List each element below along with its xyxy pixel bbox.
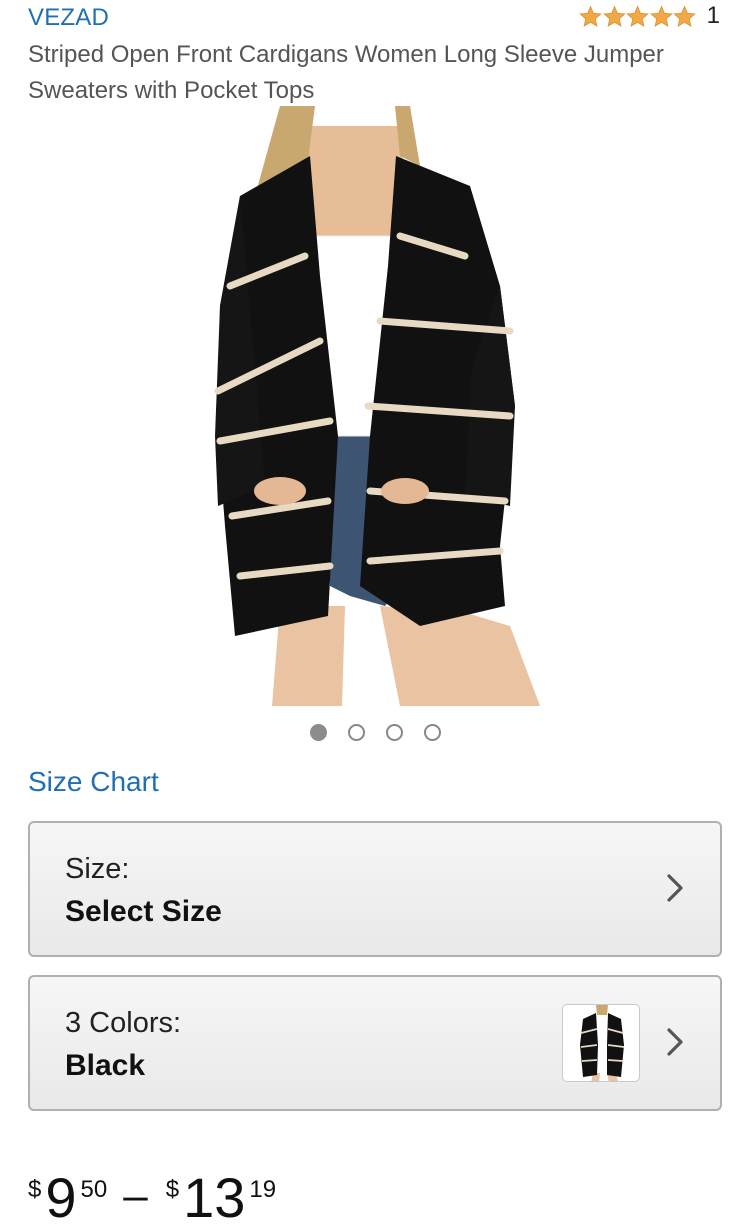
size-chart-link[interactable]: Size Chart [28, 766, 159, 798]
price-high-fraction: 19 [249, 1176, 277, 1203]
star-icon [673, 4, 696, 27]
price-low-currency: $ [28, 1176, 42, 1203]
price-low-fraction: 50 [80, 1176, 108, 1203]
star-icon [602, 4, 626, 27]
star-icon [626, 4, 649, 27]
color-selector-label: 3 Colors: [65, 1007, 182, 1039]
price-high-whole: 13 [183, 1166, 246, 1229]
star-icon [649, 4, 673, 27]
price-high-currency: $ [165, 1176, 180, 1203]
color-selector-value: Black [65, 1049, 146, 1082]
cardigan-thumbnail [580, 1005, 625, 1081]
price-low-whole: 9 [45, 1166, 77, 1229]
size-selector-value: Select Size [65, 895, 222, 928]
image-carousel-indicator[interactable] [0, 724, 750, 741]
star-icon [579, 4, 602, 27]
carousel-dot[interactable] [347, 724, 365, 741]
size-selector-label: Size: [65, 853, 130, 885]
product-image[interactable] [210, 106, 540, 706]
price-separator: – [123, 1171, 148, 1220]
chevron-right-icon [667, 874, 683, 902]
carousel-dot[interactable] [423, 724, 441, 741]
price-range: $ 9 50 – $ 13 19 [28, 1168, 276, 1228]
carousel-dot-active[interactable] [309, 724, 327, 741]
size-selector-button[interactable]: Size: Select Size [28, 821, 722, 957]
carousel-dot[interactable] [385, 724, 403, 741]
rating-stars [579, 4, 697, 28]
brand-link[interactable]: VEZAD [28, 4, 109, 32]
rating-summary[interactable]: 1 [579, 2, 720, 30]
rating-count: 1 [706, 2, 720, 29]
color-selector-button[interactable]: 3 Colors: Black [28, 975, 722, 1111]
cardigan-photo [214, 106, 540, 706]
chevron-right-icon [667, 1028, 683, 1056]
product-title: Striped Open Front Cardigans Women Long … [28, 41, 664, 104]
color-swatch-thumbnail[interactable] [562, 1004, 640, 1082]
product-detail-page: VEZAD 1 Striped Open Front Cardigans Wom… [0, 0, 750, 1232]
